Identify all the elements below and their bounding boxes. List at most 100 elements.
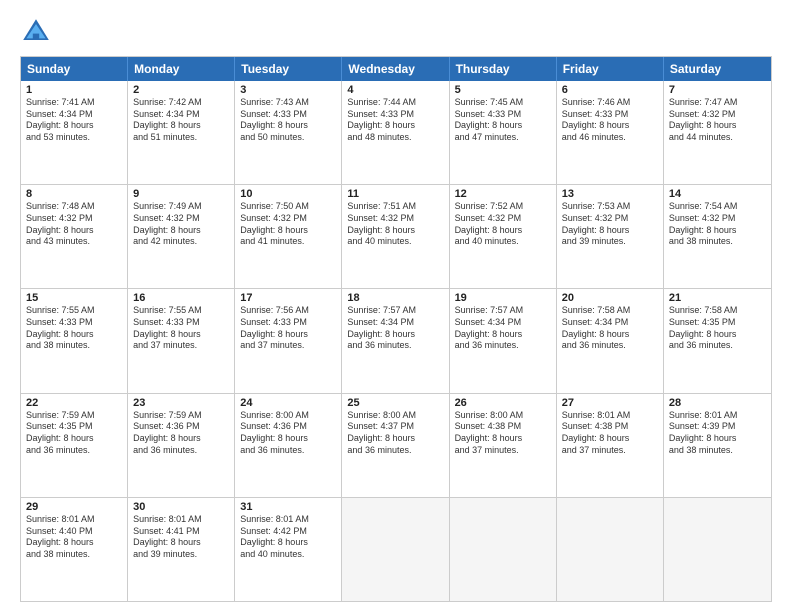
day-cell-25: 25Sunrise: 8:00 AM Sunset: 4:37 PM Dayli…: [342, 394, 449, 497]
day-cell-5: 5Sunrise: 7:45 AM Sunset: 4:33 PM Daylig…: [450, 81, 557, 184]
cell-info: Sunrise: 7:46 AM Sunset: 4:33 PM Dayligh…: [562, 97, 658, 144]
cell-info: Sunrise: 7:53 AM Sunset: 4:32 PM Dayligh…: [562, 201, 658, 248]
day-cell-28: 28Sunrise: 8:01 AM Sunset: 4:39 PM Dayli…: [664, 394, 771, 497]
day-number: 18: [347, 292, 443, 304]
day-number: 16: [133, 292, 229, 304]
day-number: 12: [455, 188, 551, 200]
day-number: 21: [669, 292, 766, 304]
header-day-tuesday: Tuesday: [235, 57, 342, 81]
day-cell-3: 3Sunrise: 7:43 AM Sunset: 4:33 PM Daylig…: [235, 81, 342, 184]
day-cell-23: 23Sunrise: 7:59 AM Sunset: 4:36 PM Dayli…: [128, 394, 235, 497]
header-day-monday: Monday: [128, 57, 235, 81]
day-cell-2: 2Sunrise: 7:42 AM Sunset: 4:34 PM Daylig…: [128, 81, 235, 184]
day-cell-29: 29Sunrise: 8:01 AM Sunset: 4:40 PM Dayli…: [21, 498, 128, 601]
day-number: 27: [562, 397, 658, 409]
cell-info: Sunrise: 7:44 AM Sunset: 4:33 PM Dayligh…: [347, 97, 443, 144]
day-number: 3: [240, 84, 336, 96]
day-cell-12: 12Sunrise: 7:52 AM Sunset: 4:32 PM Dayli…: [450, 185, 557, 288]
day-number: 24: [240, 397, 336, 409]
cell-info: Sunrise: 7:50 AM Sunset: 4:32 PM Dayligh…: [240, 201, 336, 248]
day-number: 17: [240, 292, 336, 304]
day-cell-1: 1Sunrise: 7:41 AM Sunset: 4:34 PM Daylig…: [21, 81, 128, 184]
calendar-row-3: 15 Sunrise: 7:55 AM Sunset: 4:33 PM Dayli…: [21, 288, 771, 392]
cell-info: Sunrise: 8:00 AM Sunset: 4:38 PM Dayligh…: [455, 410, 551, 457]
empty-cell: [557, 498, 664, 601]
day-number: 14: [669, 188, 766, 200]
day-cell-10: 10Sunrise: 7:50 AM Sunset: 4:32 PM Dayli…: [235, 185, 342, 288]
header-day-saturday: Saturday: [664, 57, 771, 81]
day-cell-9: 9Sunrise: 7:49 AM Sunset: 4:32 PM Daylig…: [128, 185, 235, 288]
day-cell-19: 19Sunrise: 7:57 AM Sunset: 4:34 PM Dayli…: [450, 289, 557, 392]
page: SundayMondayTuesdayWednesdayThursdayFrid…: [0, 0, 792, 612]
cell-info: Sunrise: 8:01 AM Sunset: 4:40 PM Dayligh…: [26, 514, 122, 561]
day-cell-22: 22Sunrise: 7:59 AM Sunset: 4:35 PM Dayli…: [21, 394, 128, 497]
header-day-thursday: Thursday: [450, 57, 557, 81]
cell-info: Sunrise: 7:59 AM Sunset: 4:35 PM Dayligh…: [26, 410, 122, 457]
day-number: 11: [347, 188, 443, 200]
day-number: 2: [133, 84, 229, 96]
day-number: 10: [240, 188, 336, 200]
cell-info: Sunrise: 7:41 AM Sunset: 4:34 PM Dayligh…: [26, 97, 122, 144]
day-number: 19: [455, 292, 551, 304]
cell-info: Sunrise: 8:01 AM Sunset: 4:42 PM Dayligh…: [240, 514, 336, 561]
cell-info: Sunrise: 7:58 AM Sunset: 4:34 PM Dayligh…: [562, 305, 658, 352]
cell-info: Sunrise: 7:59 AM Sunset: 4:36 PM Dayligh…: [133, 410, 229, 457]
header-day-wednesday: Wednesday: [342, 57, 449, 81]
day-cell-8: 8Sunrise: 7:48 AM Sunset: 4:32 PM Daylig…: [21, 185, 128, 288]
day-number: 5: [455, 84, 551, 96]
day-number: 1: [26, 84, 122, 96]
day-cell-24: 24Sunrise: 8:00 AM Sunset: 4:36 PM Dayli…: [235, 394, 342, 497]
day-number: 31: [240, 501, 336, 513]
day-cell-21: 21Sunrise: 7:58 AM Sunset: 4:35 PM Dayli…: [664, 289, 771, 392]
day-cell-4: 4Sunrise: 7:44 AM Sunset: 4:33 PM Daylig…: [342, 81, 449, 184]
header-day-friday: Friday: [557, 57, 664, 81]
cell-info: Sunrise: 7:45 AM Sunset: 4:33 PM Dayligh…: [455, 97, 551, 144]
calendar-body: 1Sunrise: 7:41 AM Sunset: 4:34 PM Daylig…: [21, 81, 771, 601]
day-cell-15: 15Sunrise: 7:55 AM Sunset: 4:33 PM Dayli…: [21, 289, 128, 392]
header-day-sunday: Sunday: [21, 57, 128, 81]
cell-info: Sunrise: 8:01 AM Sunset: 4:41 PM Dayligh…: [133, 514, 229, 561]
cell-info: Sunrise: 7:51 AM Sunset: 4:32 PM Dayligh…: [347, 201, 443, 248]
day-cell-6: 6Sunrise: 7:46 AM Sunset: 4:33 PM Daylig…: [557, 81, 664, 184]
calendar-row-5: 29Sunrise: 8:01 AM Sunset: 4:40 PM Dayli…: [21, 497, 771, 601]
day-cell-31: 31Sunrise: 8:01 AM Sunset: 4:42 PM Dayli…: [235, 498, 342, 601]
day-number: 28: [669, 397, 766, 409]
cell-info: Sunrise: 7:43 AM Sunset: 4:33 PM Dayligh…: [240, 97, 336, 144]
day-number: 22: [26, 397, 122, 409]
day-cell-17: 17Sunrise: 7:56 AM Sunset: 4:33 PM Dayli…: [235, 289, 342, 392]
cell-info: Sunrise: 7:54 AM Sunset: 4:32 PM Dayligh…: [669, 201, 766, 248]
day-number: 26: [455, 397, 551, 409]
calendar: SundayMondayTuesdayWednesdayThursdayFrid…: [20, 56, 772, 602]
cell-info: Sunrise: 8:00 AM Sunset: 4:36 PM Dayligh…: [240, 410, 336, 457]
day-number: 9: [133, 188, 229, 200]
day-cell-27: 27Sunrise: 8:01 AM Sunset: 4:38 PM Dayli…: [557, 394, 664, 497]
day-number: 30: [133, 501, 229, 513]
cell-info: Sunrise: 7:55 AM Sunset: 4:33 PM Dayligh…: [133, 305, 229, 352]
cell-info: Sunrise: 7:58 AM Sunset: 4:35 PM Dayligh…: [669, 305, 766, 352]
cell-info: Sunrise: 7:57 AM Sunset: 4:34 PM Dayligh…: [455, 305, 551, 352]
cell-info: Sunrise: 8:00 AM Sunset: 4:37 PM Dayligh…: [347, 410, 443, 457]
day-cell-7: 7Sunrise: 7:47 AM Sunset: 4:32 PM Daylig…: [664, 81, 771, 184]
day-number: 8: [26, 188, 122, 200]
calendar-row-2: 8Sunrise: 7:48 AM Sunset: 4:32 PM Daylig…: [21, 184, 771, 288]
cell-info: Sunrise: 7:57 AM Sunset: 4:34 PM Dayligh…: [347, 305, 443, 352]
empty-cell: [450, 498, 557, 601]
day-number: 25: [347, 397, 443, 409]
cell-info: Sunrise: 7:42 AM Sunset: 4:34 PM Dayligh…: [133, 97, 229, 144]
day-cell-18: 18Sunrise: 7:57 AM Sunset: 4:34 PM Dayli…: [342, 289, 449, 392]
calendar-header: SundayMondayTuesdayWednesdayThursdayFrid…: [21, 57, 771, 81]
day-cell-20: 20Sunrise: 7:58 AM Sunset: 4:34 PM Dayli…: [557, 289, 664, 392]
logo: [20, 16, 56, 48]
day-number: 4: [347, 84, 443, 96]
day-cell-26: 26Sunrise: 8:00 AM Sunset: 4:38 PM Dayli…: [450, 394, 557, 497]
day-cell-30: 30Sunrise: 8:01 AM Sunset: 4:41 PM Dayli…: [128, 498, 235, 601]
header: [20, 16, 772, 48]
day-number: 15: [26, 292, 122, 304]
day-number: 13: [562, 188, 658, 200]
cell-info: Sunrise: 7:56 AM Sunset: 4:33 PM Dayligh…: [240, 305, 336, 352]
logo-icon: [20, 16, 52, 48]
day-cell-13: 13Sunrise: 7:53 AM Sunset: 4:32 PM Dayli…: [557, 185, 664, 288]
empty-cell: [664, 498, 771, 601]
cell-info: Sunrise: 8:01 AM Sunset: 4:38 PM Dayligh…: [562, 410, 658, 457]
cell-info: Sunrise: 8:01 AM Sunset: 4:39 PM Dayligh…: [669, 410, 766, 457]
